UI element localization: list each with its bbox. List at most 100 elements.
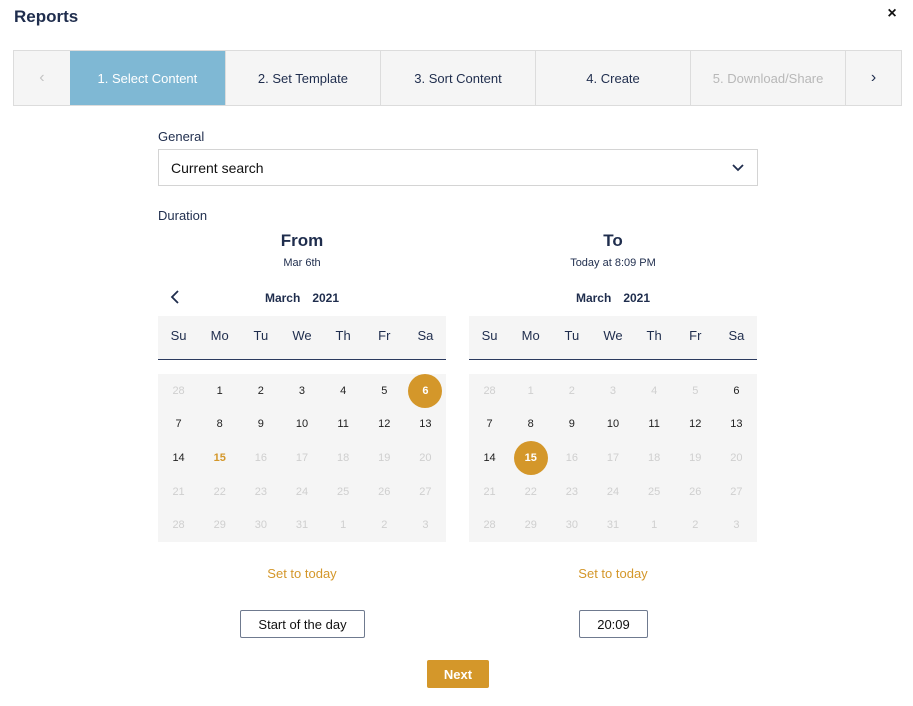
from-day-number: 22 (213, 485, 226, 498)
to-day-number: 17 (606, 451, 620, 464)
from-day-number: 19 (378, 451, 391, 464)
to-day-number: 6 (733, 384, 740, 397)
from-day-cell: 2 (364, 508, 405, 542)
to-day-cell[interactable]: 8 (510, 408, 551, 442)
to-day-cell[interactable]: 10 (592, 408, 633, 442)
to-year: 2021 (623, 291, 651, 305)
from-day-cell[interactable]: 3 (281, 374, 322, 408)
from-day-cell[interactable]: 13 (405, 408, 446, 442)
wizard-stepper: ‹ 1. Select Content 2. Set Template 3. S… (13, 50, 902, 106)
to-day-number: 14 (483, 451, 496, 464)
from-day-cell[interactable]: 5 (364, 374, 405, 408)
chevron-left-icon[interactable] (168, 290, 182, 306)
to-day-number: 1 (651, 519, 658, 532)
from-day-number: 2 (257, 384, 264, 397)
from-day-number: 15 (213, 451, 226, 464)
to-day-number: 1 (527, 384, 534, 397)
from-day-cell: 21 (158, 475, 199, 509)
from-day-cell: 22 (199, 475, 240, 509)
to-day-cell: 17 (592, 441, 633, 475)
from-day-number: 20 (419, 451, 432, 464)
to-day-cell[interactable]: 14 (469, 441, 510, 475)
to-day-cell[interactable]: 15 (510, 440, 551, 475)
from-day-cell[interactable]: 6 (405, 373, 446, 408)
step-set-template[interactable]: 2. Set Template (224, 51, 380, 105)
from-day-cell[interactable]: 12 (364, 408, 405, 442)
from-day-number: 13 (419, 418, 432, 431)
to-weekday-row: Su Mo Tu We Th Fr Sa (469, 316, 757, 360)
to-day-number: 9 (568, 418, 575, 431)
stepper-next-arrow-icon[interactable]: › (845, 51, 901, 105)
from-day-cell[interactable]: 2 (240, 374, 281, 408)
to-day-number: 26 (689, 485, 702, 498)
close-icon[interactable]: × (884, 6, 900, 22)
to-day-number: 16 (565, 451, 578, 464)
to-calendar: March 2021 Su Mo Tu We Th Fr Sa 28 1 2 3 4 5 6 7 8 9 10 11… (469, 288, 757, 542)
step-create[interactable]: 4. Create (535, 51, 690, 105)
step-select-content[interactable]: 1. Select Content (69, 51, 225, 105)
from-day-cell[interactable]: 11 (323, 408, 364, 442)
stepper-prev-arrow-icon[interactable]: ‹ (14, 51, 70, 105)
to-day-cell: 1 (510, 374, 551, 408)
to-day-cell: 2 (675, 508, 716, 542)
to-time-button[interactable]: 20:09 (579, 610, 648, 638)
to-day-cell[interactable]: 13 (716, 408, 757, 442)
to-day-number: 4 (651, 384, 658, 397)
to-day-number: 22 (524, 485, 537, 498)
from-weekday-label: Mo (210, 328, 229, 343)
from-day-number: 23 (254, 485, 267, 498)
to-day-cell: 25 (634, 475, 675, 509)
from-day-cell: 30 (240, 508, 281, 542)
from-day-cell: 17 (281, 441, 322, 475)
from-set-to-today-link[interactable]: Set to today (158, 566, 446, 581)
from-day-cell[interactable]: 8 (199, 408, 240, 442)
from-day-cell[interactable]: 7 (158, 408, 199, 442)
to-day-cell[interactable]: 7 (469, 408, 510, 442)
to-day-cell: 23 (551, 475, 592, 509)
from-day-number: 21 (172, 485, 185, 498)
to-day-number: 19 (689, 451, 702, 464)
from-day-number: 1 (216, 384, 223, 397)
to-day-number: 5 (692, 384, 699, 397)
from-day-cell[interactable]: 9 (240, 408, 281, 442)
to-day-number: 29 (524, 519, 537, 532)
next-button[interactable]: Next (427, 660, 489, 688)
from-day-number: 16 (254, 451, 267, 464)
from-day-number: 17 (295, 451, 309, 464)
to-day-cell[interactable]: 9 (551, 408, 592, 442)
to-weekday-label: We (603, 328, 623, 343)
from-day-cell[interactable]: 14 (158, 441, 199, 475)
to-day-number: 11 (648, 418, 660, 431)
to-day-number: 3 (733, 519, 740, 532)
to-day-cell[interactable]: 12 (675, 408, 716, 442)
from-day-cell: 26 (364, 475, 405, 509)
general-select[interactable]: Current search (158, 149, 758, 186)
from-day-number: 3 (298, 384, 306, 397)
to-day-cell[interactable]: 6 (716, 374, 757, 408)
from-header: From Mar 6th (158, 231, 446, 269)
to-weekday-label: Mo (521, 328, 540, 343)
from-month-header: March 2021 (158, 288, 446, 308)
to-set-to-today-link[interactable]: Set to today (469, 566, 757, 581)
to-day-cell: 30 (551, 508, 592, 542)
to-day-number: 21 (483, 485, 496, 498)
from-day-cell: 31 (281, 508, 322, 542)
step-download-share: 5. Download/Share (690, 51, 845, 105)
from-day-number: 8 (216, 418, 223, 431)
to-day-grid: 28 1 2 3 4 5 6 7 8 9 10 11 12 13 14 15 16 17 18 19 20 21 22 23 2… (469, 374, 757, 542)
to-day-number: 8 (527, 418, 534, 431)
from-day-cell[interactable]: 1 (199, 374, 240, 408)
to-day-cell: 24 (592, 475, 633, 509)
to-day-cell: 29 (510, 508, 551, 542)
from-day-cell[interactable]: 4 (323, 374, 364, 408)
from-day-number: 27 (419, 485, 432, 498)
to-month: March (575, 291, 612, 305)
from-day-cell[interactable]: 10 (281, 408, 322, 442)
step-sort-content[interactable]: 3. Sort Content (379, 51, 535, 105)
to-day-cell: 3 (716, 508, 757, 542)
from-day-number: 28 (172, 519, 185, 532)
from-time-button[interactable]: Start of the day (240, 610, 365, 638)
to-day-cell[interactable]: 11 (634, 408, 675, 442)
from-day-cell[interactable]: 15 (199, 441, 240, 475)
to-weekday-label: Tu (564, 328, 580, 343)
